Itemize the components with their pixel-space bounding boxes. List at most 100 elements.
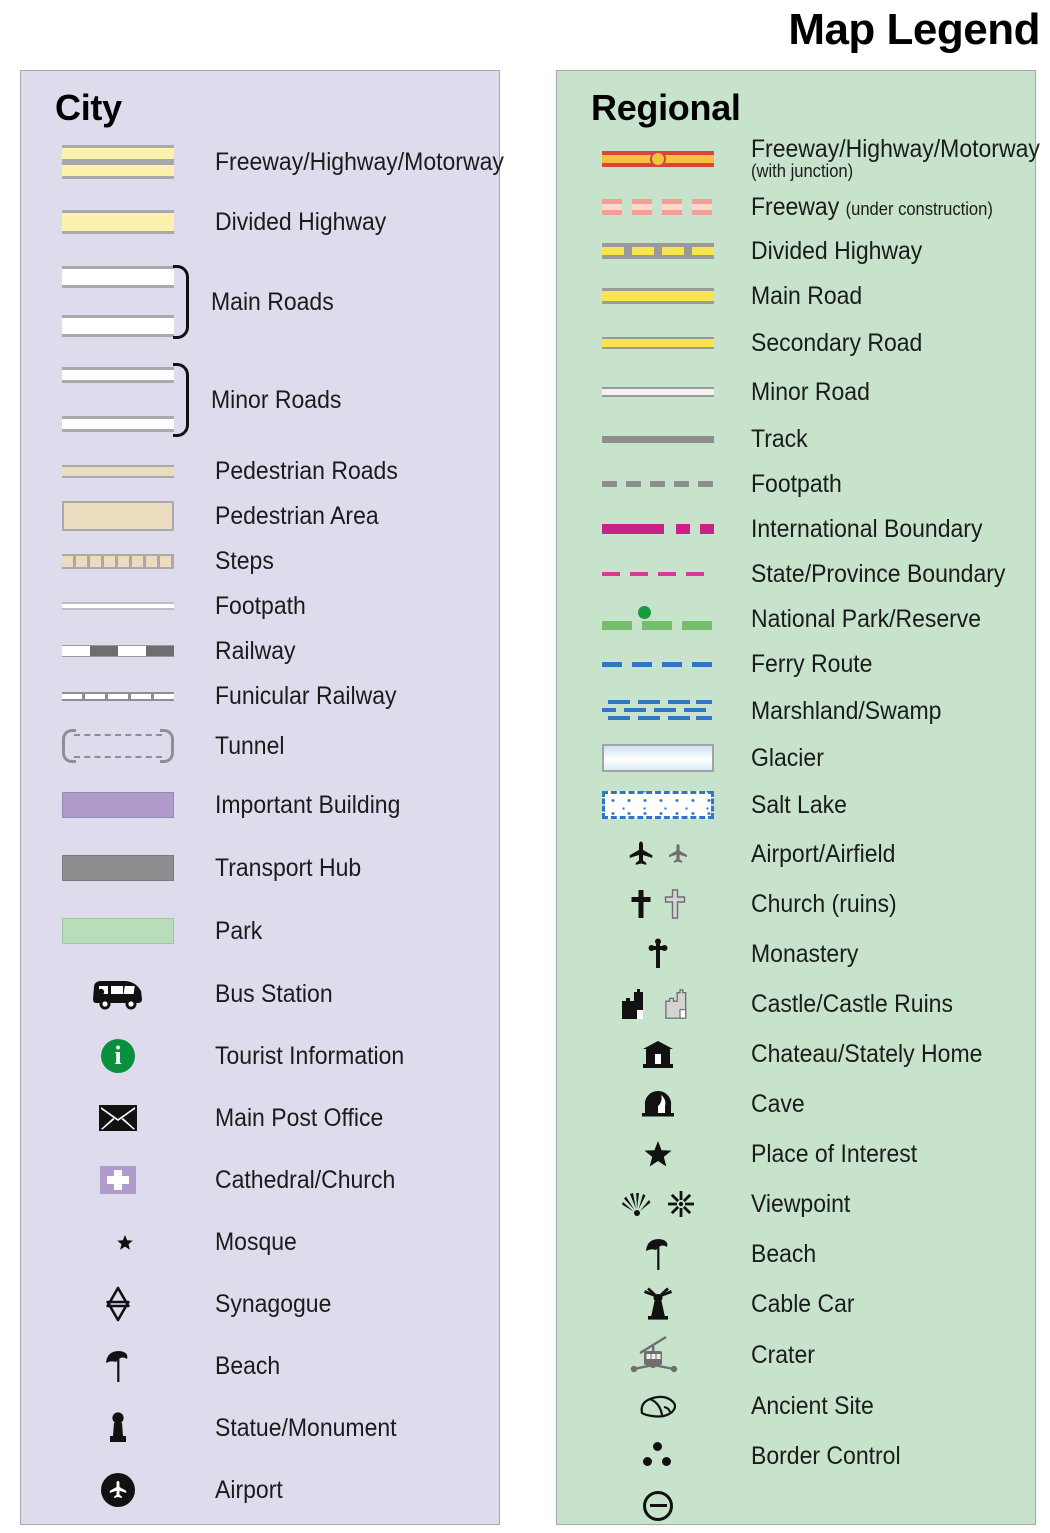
- freeway-dashed-line-symbol: [583, 198, 733, 215]
- legend-row[interactable]: Monastery: [557, 929, 1035, 979]
- legend-label: Freeway/Highway/Motorway: [215, 147, 504, 176]
- legend-row[interactable]: [557, 1481, 1035, 1531]
- legend-label: Glacier: [751, 743, 824, 772]
- legend-label: Minor Roads: [211, 385, 342, 414]
- legend-row[interactable]: National Park/Reserve: [557, 597, 1035, 642]
- legend-label: Divided Highway: [215, 207, 387, 236]
- legend-row[interactable]: Synagogue: [21, 1273, 499, 1335]
- legend-row[interactable]: Border Control: [557, 1431, 1035, 1481]
- minor-roads-group[interactable]: Minor Roads: [21, 351, 499, 449]
- legend-row[interactable]: Chateau/Stately Home: [557, 1029, 1035, 1079]
- minor-road-band-symbol: [43, 367, 193, 384]
- legend-row[interactable]: International Boundary: [557, 507, 1035, 552]
- track-line-symbol: [583, 435, 733, 443]
- cave-icon: [583, 1089, 733, 1119]
- freeway-junction-line-symbol: [583, 150, 733, 167]
- steps-pattern-symbol: [43, 553, 193, 569]
- legend-row[interactable]: Airport: [21, 1459, 499, 1521]
- parasol-icon: [43, 1349, 193, 1383]
- glacier-box-symbol: [583, 743, 733, 772]
- legend-label: Beach: [215, 1351, 281, 1380]
- legend-row[interactable]: Transport Hub: [21, 837, 499, 900]
- legend-label: National Park/Reserve: [751, 605, 982, 634]
- pedestrian-area-box-symbol: [43, 501, 193, 532]
- legend-row[interactable]: Bus Station: [21, 963, 499, 1025]
- legend-row[interactable]: Castle/Castle Ruins: [557, 979, 1035, 1029]
- legend-row[interactable]: Cathedral/Church: [21, 1149, 499, 1211]
- legend-label: Border Control: [751, 1441, 901, 1470]
- legend-row[interactable]: Airport/Airfield: [557, 829, 1035, 879]
- legend-row[interactable]: Minor Road: [557, 368, 1035, 417]
- legend-row[interactable]: Cave: [557, 1079, 1035, 1129]
- airplane-circle-icon: [43, 1472, 193, 1507]
- windmill-icon: [583, 1287, 733, 1321]
- legend-row[interactable]: Secondary Road: [557, 319, 1035, 368]
- legend-row[interactable]: Main Post Office: [21, 1087, 499, 1149]
- legend-row[interactable]: Main Road: [557, 274, 1035, 319]
- legend-label: Cable Car: [751, 1289, 855, 1318]
- legend-row[interactable]: Divided Highway: [21, 191, 499, 253]
- regional-legend-panel: Regional Freeway/Highway/Motorway (with …: [556, 70, 1040, 1525]
- railway-line-symbol: [43, 645, 193, 658]
- legend-row[interactable]: Important Building: [21, 774, 499, 837]
- main-road-band-symbol: [43, 315, 193, 338]
- legend-label: Railway: [215, 637, 296, 666]
- legend-row[interactable]: Salt Lake: [557, 781, 1035, 829]
- funicular-line-symbol: [43, 691, 193, 701]
- cable-car-icon: [583, 1335, 733, 1375]
- legend-row[interactable]: Railway: [21, 629, 499, 674]
- legend-label: Crater: [751, 1340, 815, 1369]
- legend-row[interactable]: Marshland/Swamp: [557, 687, 1035, 735]
- main-road-line-symbol: [583, 288, 733, 305]
- legend-row[interactable]: Divided Highway: [557, 229, 1035, 274]
- legend-row[interactable]: Pedestrian Area: [21, 494, 499, 539]
- transport-hub-box-symbol: [43, 855, 193, 882]
- church-cross-icon: [43, 1165, 193, 1194]
- legend-row[interactable]: Track: [557, 417, 1035, 462]
- legend-label: International Boundary: [751, 515, 983, 544]
- legend-label: Footpath: [751, 470, 842, 499]
- legend-row[interactable]: Church (ruins): [557, 879, 1035, 929]
- legend-label-main: Freeway: [751, 192, 840, 221]
- main-roads-group[interactable]: Main Roads: [21, 253, 499, 351]
- legend-row[interactable]: Ferry Route: [557, 642, 1035, 687]
- legend-row[interactable]: Beach: [557, 1229, 1035, 1279]
- divided-highway-line-symbol: [583, 243, 733, 260]
- legend-row[interactable]: Funicular Railway: [21, 674, 499, 719]
- legend-row[interactable]: Ancient Site: [557, 1381, 1035, 1431]
- legend-row[interactable]: Cable Car: [557, 1279, 1035, 1329]
- envelope-icon: [43, 1104, 193, 1132]
- legend-row[interactable]: Statue/Monument: [21, 1397, 499, 1459]
- legend-row[interactable]: Crater: [557, 1329, 1035, 1381]
- legend-row[interactable]: Mosque: [21, 1211, 499, 1273]
- legend-row[interactable]: Place of Interest: [557, 1129, 1035, 1179]
- legend-label: Pedestrian Area: [215, 502, 379, 531]
- legend-row[interactable]: Footpath: [557, 462, 1035, 507]
- legend-label: Main Road: [751, 282, 863, 311]
- legend-row[interactable]: i Tourist Information: [21, 1025, 499, 1087]
- legend-row[interactable]: Beach: [21, 1335, 499, 1397]
- legend-row[interactable]: Park: [21, 900, 499, 963]
- legend-row[interactable]: Glacier: [557, 735, 1035, 781]
- brace-icon: [173, 362, 189, 437]
- legend-row[interactable]: Footpath: [21, 584, 499, 629]
- legend-row[interactable]: Freeway/Highway/Motorway: [21, 133, 504, 191]
- legend-label: Minor Road: [751, 378, 870, 407]
- legend-row[interactable]: Freeway (under construction): [557, 185, 1035, 229]
- legend-row[interactable]: Pedestrian Roads: [21, 449, 499, 494]
- legend-row[interactable]: State/Province Boundary: [557, 552, 1035, 597]
- legend-label: Place of Interest: [751, 1139, 918, 1168]
- legend-row[interactable]: Viewpoint: [557, 1179, 1035, 1229]
- legend-label: Mosque: [215, 1227, 297, 1256]
- park-box-symbol: [43, 918, 193, 945]
- legend-label: Castle/Castle Ruins: [751, 989, 953, 1018]
- legend-row[interactable]: Freeway/Highway/Motorway (with junction): [557, 133, 1040, 185]
- divided-highway-band-symbol: [43, 209, 193, 234]
- intl-boundary-line-symbol: [583, 524, 733, 535]
- legend-label: Chateau/Stately Home: [751, 1039, 983, 1068]
- legend-row[interactable]: Steps: [21, 539, 499, 584]
- legend-label: Tunnel: [215, 732, 285, 761]
- legend-row[interactable]: Tunnel: [21, 719, 499, 774]
- legend-label: Ferry Route: [751, 650, 873, 679]
- regional-legend-rows: Freeway/Highway/Motorway (with junction)…: [557, 133, 1040, 1531]
